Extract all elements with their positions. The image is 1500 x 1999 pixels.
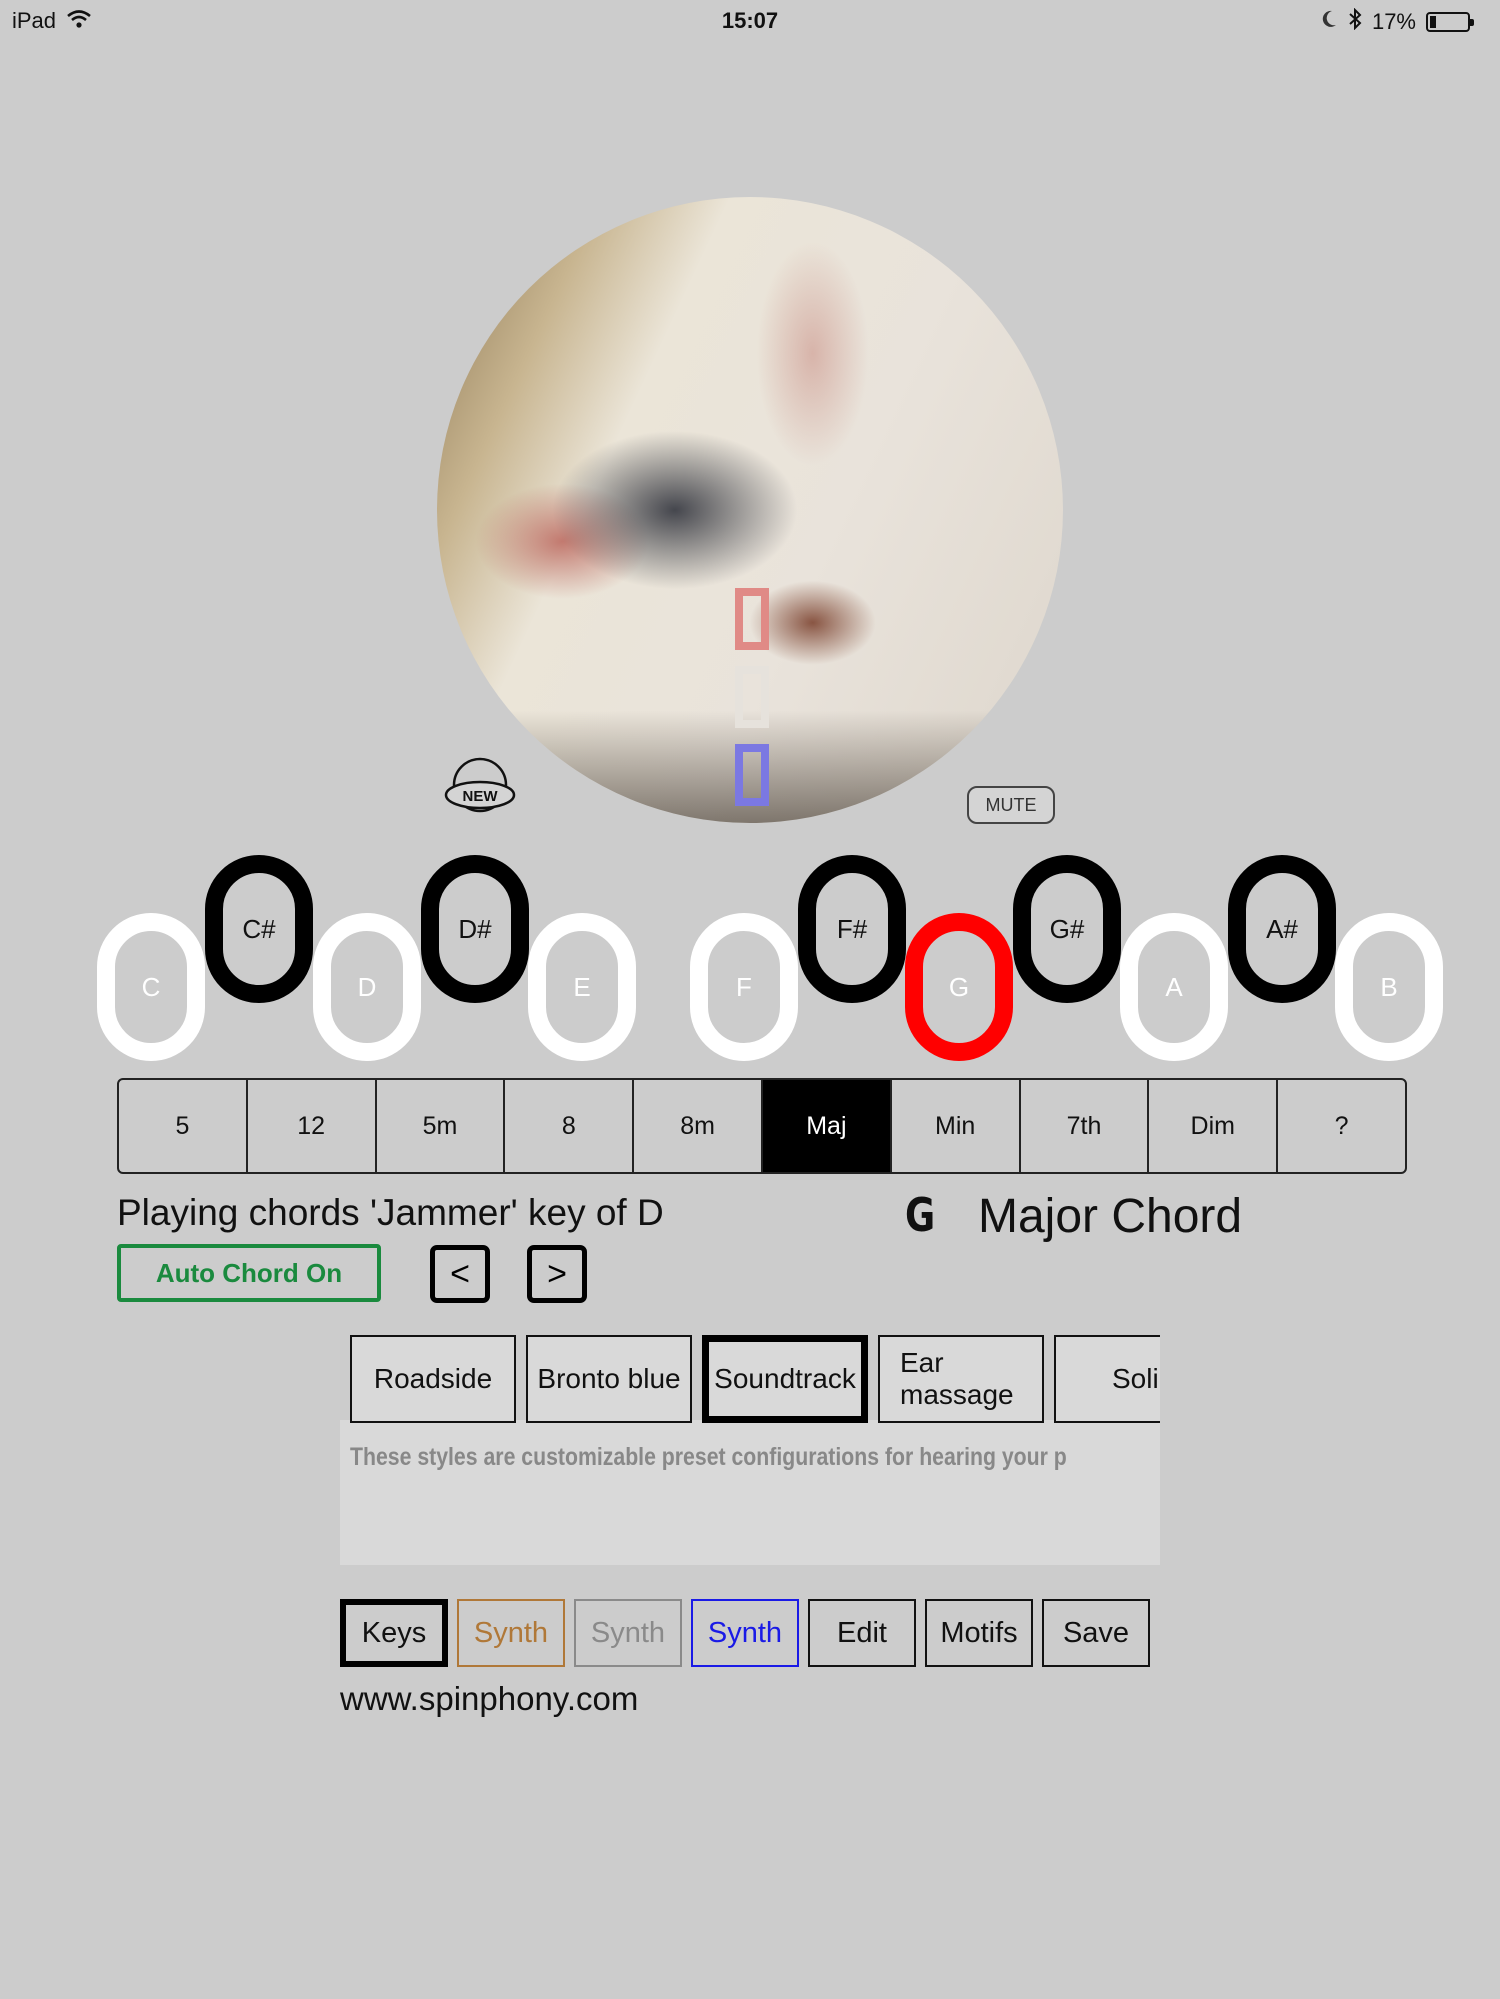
next-button[interactable]: > [527, 1245, 587, 1303]
key-e[interactable]: E [528, 913, 636, 1061]
chord-type-maj[interactable]: Maj [762, 1080, 892, 1172]
edit-button[interactable]: Edit [808, 1599, 916, 1667]
synth-gray-button[interactable]: Synth [574, 1599, 682, 1667]
key-a-sharp[interactable]: A# [1228, 855, 1336, 1003]
chord-type-random[interactable]: ? [1278, 1080, 1405, 1172]
keys-button[interactable]: Keys [340, 1599, 448, 1667]
chord-type-dim[interactable]: Dim [1149, 1080, 1279, 1172]
indicator-red [735, 588, 769, 650]
auto-chord-toggle[interactable]: Auto Chord On [117, 1244, 381, 1302]
key-d-sharp[interactable]: D# [421, 855, 529, 1003]
clock: 15:07 [721, 8, 779, 33]
website-link[interactable]: www.spinphony.com [340, 1680, 638, 1718]
style-description: These styles are customizable preset con… [350, 1443, 1067, 1471]
new-button[interactable]: NEW [443, 752, 517, 818]
chord-type-8[interactable]: 8 [505, 1080, 635, 1172]
key-c[interactable]: C [97, 913, 205, 1061]
key-b[interactable]: B [1335, 913, 1443, 1061]
current-chord-name: Major Chord [978, 1190, 1243, 1243]
style-presets: Roadside Bronto blue Soundtrack Ear mass… [340, 1335, 1160, 1565]
indicator-white [735, 666, 769, 728]
key-a[interactable]: A [1120, 913, 1228, 1061]
chord-type-5[interactable]: 5 [119, 1080, 248, 1172]
status-bar: iPad 15:07 17% [0, 0, 1500, 40]
previous-button[interactable]: < [430, 1245, 490, 1303]
key-g[interactable]: G [905, 913, 1013, 1061]
style-soundtrack[interactable]: Soundtrack [702, 1335, 868, 1423]
motifs-button[interactable]: Motifs [925, 1599, 1033, 1667]
style-bronto-blue[interactable]: Bronto blue [526, 1335, 692, 1423]
current-chord-letter: G [905, 1188, 936, 1242]
key-g-sharp[interactable]: G# [1013, 855, 1121, 1003]
chord-type-selector: 5 12 5m 8 8m Maj Min 7th Dim ? [117, 1078, 1407, 1174]
bluetooth-icon [1348, 7, 1362, 36]
synth-blue-button[interactable]: Synth [691, 1599, 799, 1667]
mute-button[interactable]: MUTE [967, 786, 1055, 824]
style-description-panel [340, 1420, 1160, 1565]
chord-type-12[interactable]: 12 [248, 1080, 377, 1172]
battery-icon [1426, 12, 1474, 32]
save-button[interactable]: Save [1042, 1599, 1150, 1667]
chord-type-min[interactable]: Min [892, 1080, 1021, 1172]
key-d[interactable]: D [313, 913, 421, 1061]
photo-disc[interactable] [437, 197, 1063, 823]
style-roadside[interactable]: Roadside [350, 1335, 516, 1423]
playing-status: Playing chords 'Jammer' key of D [117, 1192, 664, 1233]
chord-type-8m[interactable]: 8m [634, 1080, 763, 1172]
battery-percent: 17% [1371, 9, 1416, 34]
style-ear-massage[interactable]: Ear massage [878, 1335, 1044, 1423]
style-soli[interactable]: Soli [1054, 1335, 1160, 1423]
synth-orange-button[interactable]: Synth [457, 1599, 565, 1667]
chord-type-7th[interactable]: 7th [1021, 1080, 1150, 1172]
key-f[interactable]: F [690, 913, 798, 1061]
key-f-sharp[interactable]: F# [798, 855, 906, 1003]
key-c-sharp[interactable]: C# [205, 855, 313, 1003]
chord-type-5m[interactable]: 5m [377, 1080, 506, 1172]
new-label: NEW [463, 788, 499, 805]
moon-icon [1320, 9, 1338, 35]
indicator-blue [735, 744, 769, 806]
